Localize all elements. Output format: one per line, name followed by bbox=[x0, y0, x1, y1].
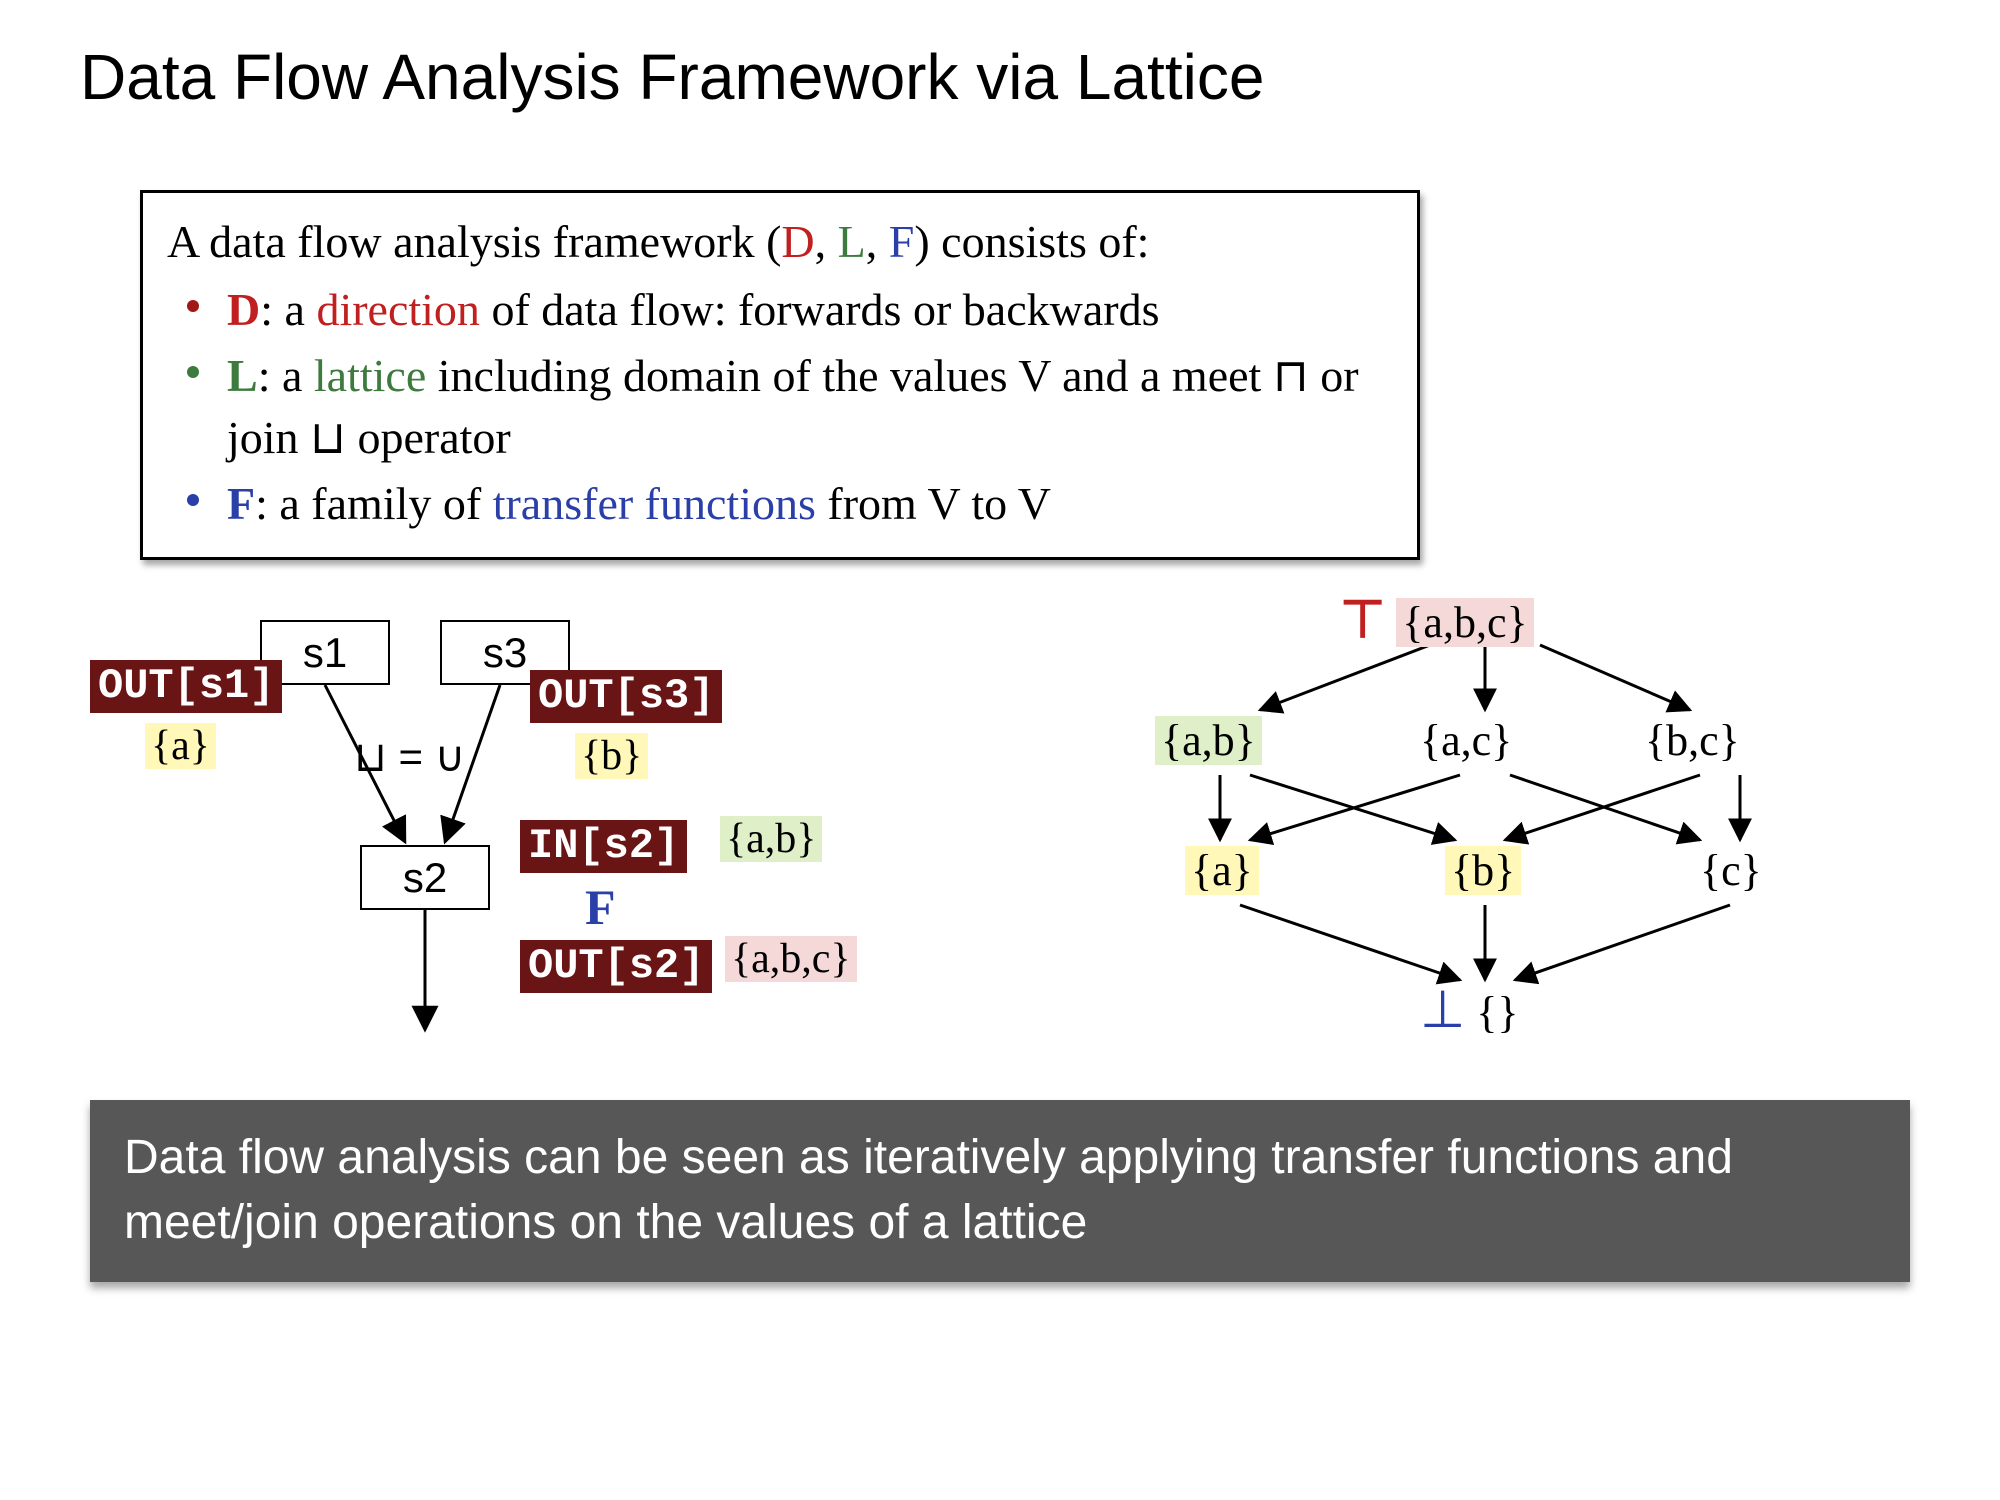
l-mid: : a bbox=[258, 350, 314, 401]
f-kw: transfer functions bbox=[493, 478, 816, 529]
set-ab: {a,b} bbox=[720, 815, 822, 863]
d-kw: direction bbox=[316, 284, 480, 335]
ab-set: {a,b} bbox=[1155, 716, 1262, 765]
intro-L: L bbox=[838, 216, 866, 267]
lattice-diagram: ⊤ {a,b,c} {a,b} {a,c} {b,c} {a} {b} {c} … bbox=[1090, 590, 1910, 1060]
flow-diagram: s1 s3 s2 OUT[s1] {a} OUT[s3] {b} ⊔ = ∪ I… bbox=[100, 610, 950, 1050]
set-b: {b} bbox=[575, 732, 648, 780]
f-post: from V to V bbox=[816, 478, 1051, 529]
intro-F: F bbox=[889, 216, 915, 267]
hl-ab: {a,b} bbox=[720, 816, 822, 862]
intro-post: ) consists of: bbox=[914, 216, 1149, 267]
f-mid: : a family of bbox=[255, 478, 493, 529]
definition-box: A data flow analysis framework (D, L, F)… bbox=[140, 190, 1420, 560]
lattice-b: {b} bbox=[1445, 845, 1521, 896]
set-a: {a} bbox=[145, 722, 216, 770]
d-post: of data flow: forwards or backwards bbox=[480, 284, 1160, 335]
b-set: {b} bbox=[1445, 846, 1521, 895]
tag-out-s3: OUT[s3] bbox=[530, 670, 722, 723]
bullet-icon bbox=[187, 494, 199, 506]
lattice-ab: {a,b} bbox=[1155, 715, 1262, 766]
top-sym: ⊤ bbox=[1340, 592, 1385, 649]
f-pre: F bbox=[227, 478, 255, 529]
tag-out-s2: OUT[s2] bbox=[520, 940, 712, 993]
page-title: Data Flow Analysis Framework via Lattice bbox=[80, 40, 1264, 114]
set-abc: {a,b,c} bbox=[725, 935, 857, 983]
lattice-a: {a} bbox=[1185, 845, 1259, 896]
hl-b: {b} bbox=[575, 733, 648, 779]
footer-note: Data flow analysis can be seen as iterat… bbox=[90, 1100, 1910, 1282]
lattice-bottom: ⊥ {} bbox=[1420, 980, 1519, 1040]
bullet-icon bbox=[187, 300, 199, 312]
lattice-bc: {b,c} bbox=[1645, 715, 1740, 766]
intro-D: D bbox=[781, 216, 814, 267]
join-eq: ⊔ = ∪ bbox=[354, 732, 465, 781]
lattice-ac: {a,c} bbox=[1420, 715, 1512, 766]
tag-in-s2: IN[s2] bbox=[520, 820, 687, 873]
l-pre: L bbox=[227, 350, 258, 401]
intro-pre: A data flow analysis framework ( bbox=[167, 216, 781, 267]
hl-a: {a} bbox=[145, 723, 216, 769]
F-label: F bbox=[585, 878, 616, 936]
definition-intro: A data flow analysis framework (D, L, F)… bbox=[167, 211, 1393, 273]
lattice-c: {c} bbox=[1700, 845, 1762, 896]
bot-set: {} bbox=[1476, 988, 1518, 1037]
lattice-top: ⊤ {a,b,c} bbox=[1340, 590, 1534, 650]
comma2: , bbox=[866, 216, 889, 267]
def-item-L: L: a lattice including domain of the val… bbox=[167, 345, 1393, 469]
d-pre: D bbox=[227, 284, 260, 335]
top-set: {a,b,c} bbox=[1396, 598, 1533, 647]
d-mid: : a bbox=[260, 284, 316, 335]
a-set: {a} bbox=[1185, 846, 1259, 895]
def-item-F: F: a family of transfer functions from V… bbox=[167, 473, 1393, 535]
l-kw: lattice bbox=[314, 350, 426, 401]
node-s2: s2 bbox=[360, 845, 490, 910]
bullet-icon bbox=[187, 366, 199, 378]
def-item-D: D: a direction of data flow: forwards or… bbox=[167, 279, 1393, 341]
tag-out-s1: OUT[s1] bbox=[90, 660, 282, 713]
comma1: , bbox=[815, 216, 838, 267]
hl-abc: {a,b,c} bbox=[725, 936, 857, 982]
bot-sym: ⊥ bbox=[1420, 982, 1465, 1039]
